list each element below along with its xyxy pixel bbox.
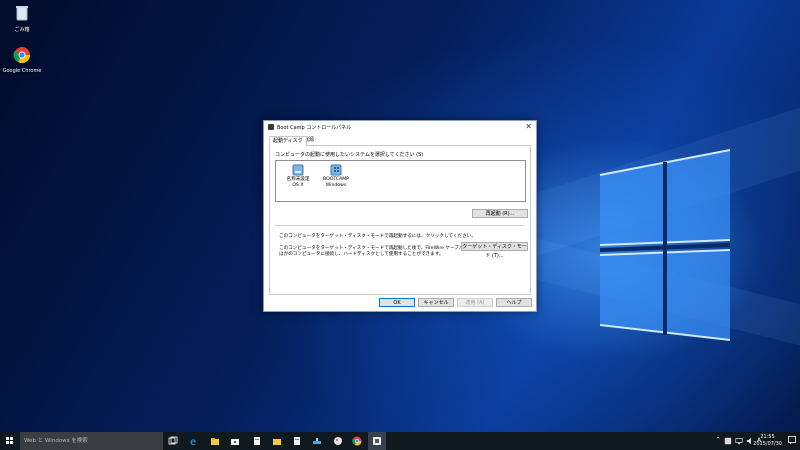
cancel-button[interactable]: キャンセル	[418, 298, 454, 307]
close-icon[interactable]: ✕	[525, 122, 532, 132]
chrome-icon[interactable]	[352, 436, 362, 446]
windows-drive-icon	[330, 164, 342, 176]
ok-button[interactable]: OK	[379, 298, 415, 307]
notepad-icon[interactable]	[292, 436, 302, 446]
clock-date: 2015/07/30	[753, 441, 782, 447]
bootcamp-app-icon	[268, 124, 274, 130]
desktop-icon-recycle-bin[interactable]: ごみ箱	[0, 4, 44, 33]
taskbar: Web と Windows を検索 e ^ A 21:55 2015/07/30	[0, 432, 800, 450]
target-mode-description-line2: ほかのコンピュータに接続し、ハードディスクとして使用することができます。	[279, 252, 444, 257]
os-item-type: OS X	[292, 183, 304, 188]
apply-button[interactable]: 適用 (A)	[457, 298, 493, 307]
folder-icon[interactable]	[272, 436, 282, 446]
os-item-osx[interactable]: 名称未設定 OS X	[281, 164, 315, 189]
network-tray-icon[interactable]	[735, 437, 743, 445]
taskbar-active-app[interactable]	[368, 432, 386, 450]
os-selection-list[interactable]: 名称未設定 OS X BOOTCAMP Windows	[275, 160, 526, 202]
os-item-windows[interactable]: BOOTCAMP Windows	[319, 164, 353, 189]
file-explorer-icon[interactable]	[210, 436, 220, 446]
mac-drive-icon	[292, 164, 304, 176]
select-system-prompt: コンピュータの起動に使用したいシステムを選択してください (S)	[275, 152, 424, 158]
recycle-bin-icon	[16, 6, 28, 21]
clock-time: 21:55	[760, 434, 775, 440]
taskbar-search-box[interactable]: Web と Windows を検索	[20, 432, 163, 450]
dialog-title: Boot Camp コントロールパネル	[277, 125, 352, 131]
target-mode-instruction: このコンピュータをターゲット・ディスク・モードで再起動するには、クリックしてくだ…	[279, 234, 476, 239]
target-disk-mode-button[interactable]: ターゲット・ディスク・モード (T)...	[461, 242, 528, 259]
startup-disk-panel: コンピュータの起動に使用したいシステムを選択してください (S) 名称未設定 O…	[269, 145, 531, 295]
tab-startup-disk[interactable]: 起動ディスク	[269, 136, 307, 146]
windows-logo-icon	[10, 441, 13, 444]
edge-icon[interactable]: e	[189, 436, 199, 446]
action-center-icon[interactable]	[788, 436, 796, 445]
restart-button[interactable]: 再起動 (R)...	[472, 209, 528, 218]
tray-chevron-up-icon[interactable]: ^	[716, 437, 720, 443]
paint-icon[interactable]	[333, 436, 343, 446]
desktop-icon-label: ごみ箱	[14, 27, 30, 33]
svg-text:e: e	[190, 437, 196, 446]
start-button[interactable]	[0, 432, 20, 450]
windows-logo-icon	[10, 437, 13, 440]
dialog-titlebar[interactable]: Boot Camp コントロールパネル ✕	[264, 121, 536, 134]
network-icon[interactable]	[312, 436, 322, 446]
desktop-icon-chrome[interactable]: Google Chrome	[0, 46, 44, 74]
desktop-icon-label: Google Chrome	[2, 68, 42, 74]
task-view-icon[interactable]	[168, 436, 178, 446]
os-item-type: Windows	[325, 183, 347, 188]
windows-logo-glow	[599, 149, 731, 341]
help-button[interactable]: ヘルプ	[496, 298, 532, 307]
taskbar-clock[interactable]: 21:55 2015/07/30	[753, 434, 782, 448]
windows-logo-icon	[6, 437, 9, 440]
document-icon[interactable]	[252, 436, 262, 446]
tray-app-icon[interactable]	[724, 437, 732, 445]
chrome-icon	[13, 47, 31, 64]
bootcamp-dialog: Boot Camp コントロールパネル ✕ 起動ディスク 電源 コンピュータの起…	[263, 120, 537, 312]
store-icon[interactable]	[230, 436, 240, 446]
divider	[275, 225, 524, 226]
windows-logo-icon	[6, 441, 9, 444]
bootcamp-taskbar-icon	[373, 437, 381, 445]
